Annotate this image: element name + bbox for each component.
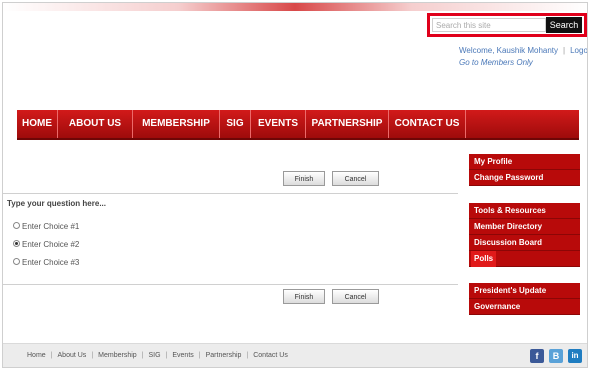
main-nav: HOME ABOUT US MEMBERSHIP SIG EVENTS PART… [17,110,579,140]
radio-button[interactable] [13,222,20,230]
nav-sig[interactable]: SIG [220,110,250,138]
welcome-text: Welcome, Kaushik Mohanty [459,46,559,55]
sidebar-item-change-password[interactable]: Change Password [469,170,580,186]
footer-link-about-us[interactable]: About Us [58,352,87,359]
finish-button-bottom[interactable]: Finish [283,289,325,304]
nav-membership[interactable]: MEMBERSHIP [133,110,219,138]
footer-link-home[interactable]: Home [27,352,46,359]
welcome-bar: Welcome, Kaushik Mohanty | Logout [459,46,587,55]
divider-line [3,193,458,194]
choice-label: Enter Choice #3 [22,258,80,267]
page-frame: Search this site Search Welcome, Kaushik… [2,2,588,368]
choice-label: Enter Choice #2 [22,240,80,249]
sidebar-profile-group: My Profile Change Password [469,154,580,186]
sidebar-item-tools-resources[interactable]: Tools & Resources [469,203,580,219]
footer-separator: | [91,352,94,359]
nav-divider [465,110,466,138]
sidebar-item-polls[interactable]: Polls [469,251,580,267]
footer-separator: | [141,352,144,359]
footer-separator: | [246,352,249,359]
sidebar-item-member-directory[interactable]: Member Directory [469,219,580,235]
footer: Home | About Us | Membership | SIG | Events | Part… [3,343,587,367]
footer-link-membership[interactable]: Membership [98,352,137,359]
choice-label: Enter Choice #1 [22,222,80,231]
facebook-icon[interactable]: f [530,349,544,363]
radio-button[interactable] [13,258,20,266]
sidebar-item-polls-label: Polls [471,251,497,267]
poll-question[interactable]: Type your question here... [7,199,106,208]
footer-separator: | [198,352,201,359]
blogger-icon[interactable]: B [549,349,563,363]
sidebar-governance-group: President's Update Governance [469,283,580,315]
cancel-button-bottom[interactable]: Cancel [332,289,379,304]
nav-events[interactable]: EVENTS [251,110,305,138]
sidebar-item-governance[interactable]: Governance [469,299,580,315]
finish-button-top[interactable]: Finish [283,171,325,186]
top-accent-line [3,3,587,11]
nav-contact-us[interactable]: CONTACT US [389,110,465,138]
nav-about-us[interactable]: ABOUT US [58,110,132,138]
footer-link-sig[interactable]: SIG [148,352,160,359]
divider-line [3,284,458,285]
footer-link-events[interactable]: Events [172,352,193,359]
choice-row[interactable]: Enter Choice #1 [13,222,79,232]
linkedin-icon[interactable]: in [568,349,582,363]
sidebar-item-my-profile[interactable]: My Profile [469,154,580,170]
search-input[interactable]: Search this site [432,18,546,32]
footer-separator: | [50,352,53,359]
footer-separator: | [165,352,168,359]
choice-row[interactable]: Enter Choice #3 [13,258,79,268]
nav-partnership[interactable]: PARTNERSHIP [306,110,388,138]
logout-link[interactable]: Logout [570,46,587,55]
footer-link-contact-us[interactable]: Contact Us [253,352,288,359]
cancel-button-top[interactable]: Cancel [332,171,379,186]
members-only-link[interactable]: Go to Members Only [459,58,533,67]
search-button[interactable]: Search [546,17,582,33]
radio-button-selected[interactable] [13,240,20,248]
nav-home[interactable]: HOME [17,110,57,138]
search-box: Search this site Search [427,13,587,37]
footer-link-partnership[interactable]: Partnership [206,352,242,359]
sidebar-item-presidents-update[interactable]: President's Update [469,283,580,299]
welcome-separator: | [563,46,566,55]
sidebar-tools-group: Tools & Resources Member Directory Discu… [469,203,580,267]
choice-row[interactable]: Enter Choice #2 [13,240,79,250]
sidebar-item-discussion-board[interactable]: Discussion Board [469,235,580,251]
footer-links: Home | About Us | Membership | SIG | Events | Part… [27,352,288,359]
